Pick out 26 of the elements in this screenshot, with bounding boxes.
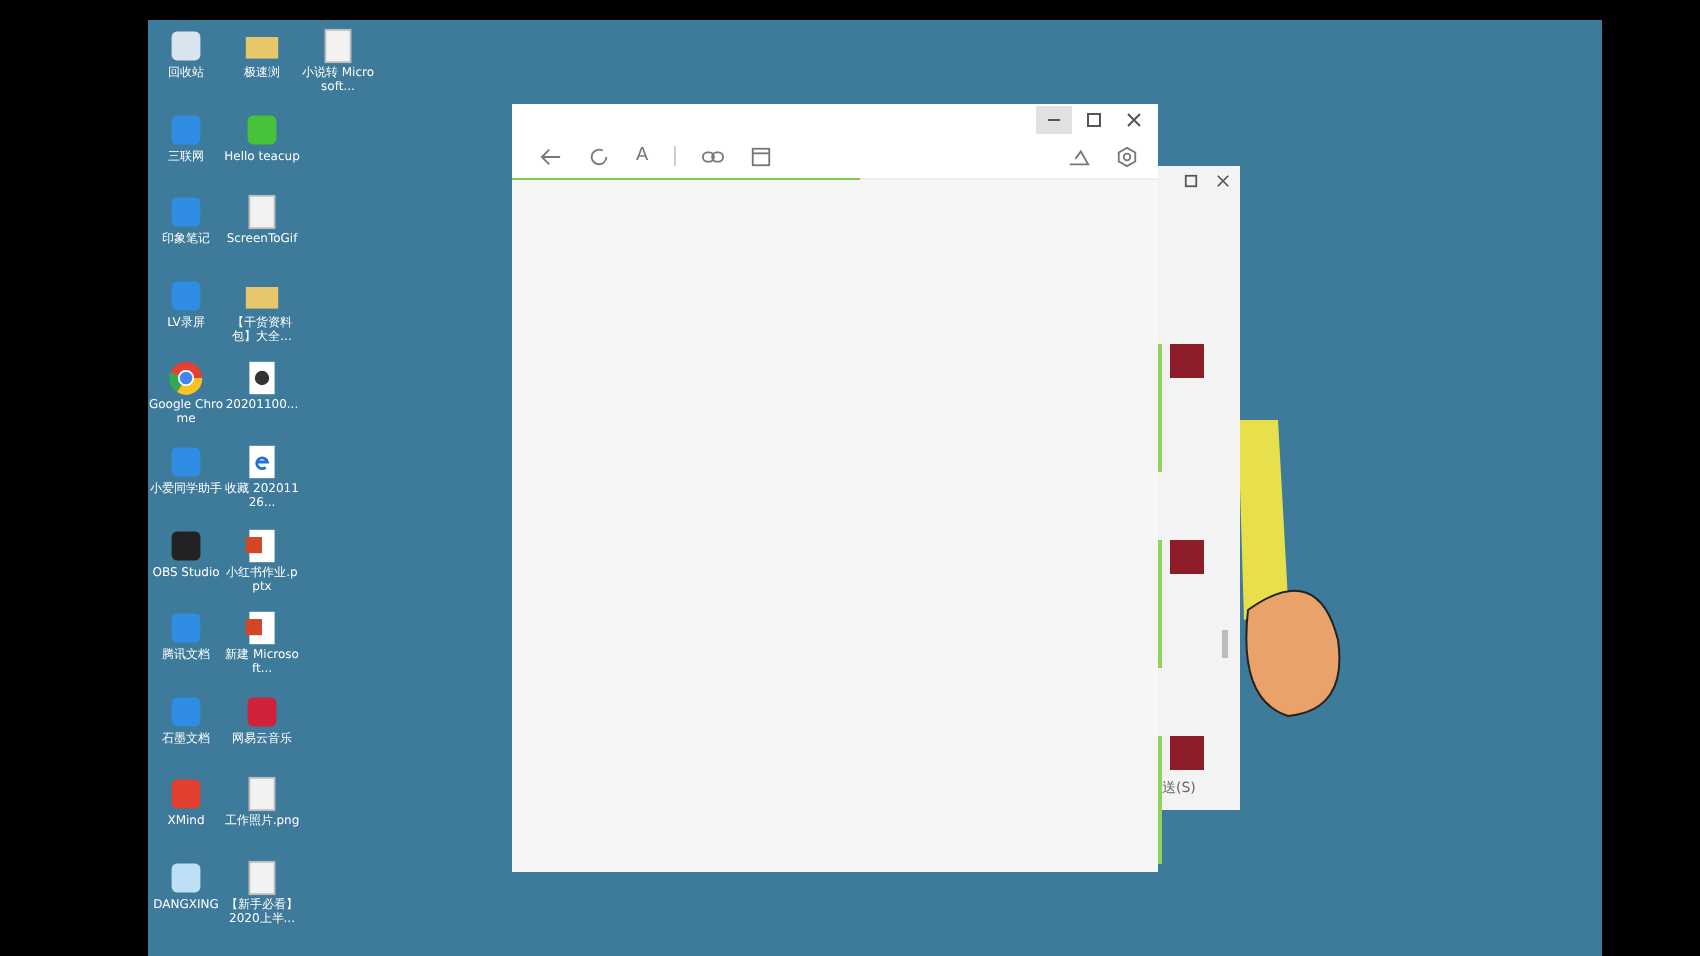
avatar-photo-placeholder <box>1170 344 1204 378</box>
app-icon <box>168 277 204 314</box>
close-icon[interactable] <box>1216 174 1230 188</box>
app-icon <box>168 610 204 647</box>
avatar-photo-placeholder <box>1170 736 1204 770</box>
avatar-photo-placeholder <box>1170 540 1204 574</box>
doc-icon <box>244 776 280 813</box>
text-style-button[interactable]: A <box>636 146 649 166</box>
back-arrow-icon[interactable] <box>540 145 562 167</box>
media-icon <box>244 360 280 397</box>
settings-icon[interactable] <box>1116 145 1138 167</box>
doc-icon <box>244 859 280 896</box>
app-icon <box>168 693 204 730</box>
share-icon[interactable] <box>1068 145 1090 167</box>
doc-icon <box>320 28 356 64</box>
minimize-button[interactable] <box>1036 106 1072 134</box>
app-icon <box>168 443 204 480</box>
calendar-icon[interactable] <box>750 145 773 167</box>
doc-icon <box>244 194 280 231</box>
ppt-icon <box>244 527 280 564</box>
refresh-icon[interactable] <box>588 145 610 167</box>
app-icon <box>168 194 204 231</box>
app-icon <box>168 111 204 148</box>
scrollbar-thumb[interactable] <box>1222 630 1228 658</box>
maximize-icon[interactable] <box>1184 174 1198 188</box>
ppt-icon <box>244 610 280 647</box>
